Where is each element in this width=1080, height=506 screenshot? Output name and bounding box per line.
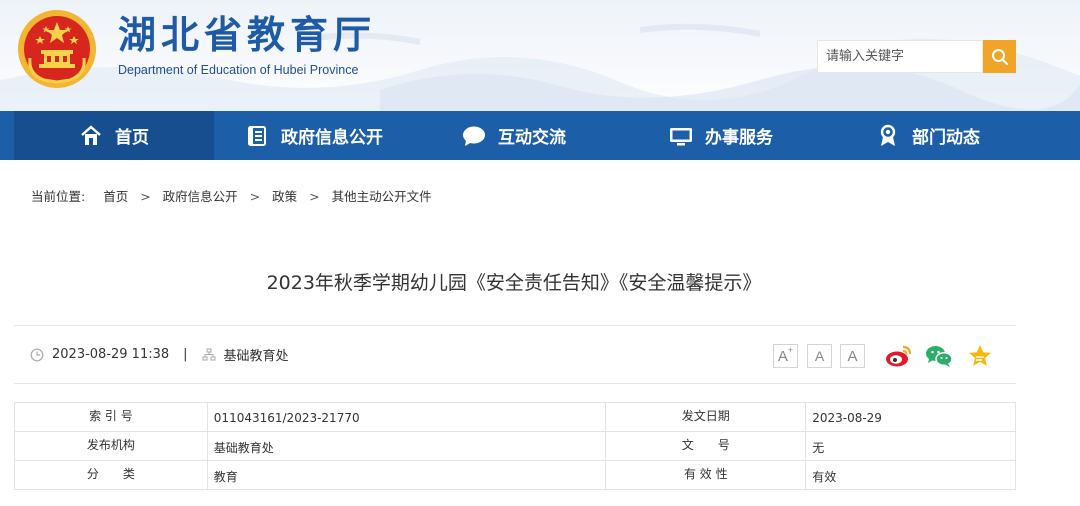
- nav-item-label: 首页: [115, 128, 149, 148]
- document-info-table: 索 引 号 011043161/2023-21770 发文日期 2023-08-…: [14, 402, 1016, 490]
- search-icon: [991, 48, 1008, 65]
- breadcrumb-link-government-info[interactable]: 政府信息公开: [163, 189, 238, 204]
- search-button[interactable]: [983, 40, 1016, 73]
- font-size-default-button[interactable]: A: [807, 344, 832, 368]
- favorite-button[interactable]: [966, 342, 994, 370]
- info-key-issue-date: 发文日期: [605, 402, 807, 432]
- share-wechat-button[interactable]: [925, 342, 953, 370]
- info-value-issue-date: 2023-08-29: [805, 402, 1016, 432]
- site-header: 湖北省教育厅 Department of Education of Hubei …: [0, 0, 1080, 111]
- info-key-validity: 有 效 性: [605, 460, 807, 490]
- info-value-index-number: 011043161/2023-21770: [206, 402, 607, 432]
- document-icon: [245, 124, 269, 148]
- org-chart-icon: [202, 348, 216, 362]
- breadcrumb-separator: >: [309, 189, 320, 204]
- font-large-sup: +: [787, 345, 794, 355]
- main-nav: 首页 政府信息公开 互动交流 办事服务 部门动态: [0, 111, 1080, 160]
- info-value-category: 教育: [206, 460, 607, 490]
- publish-datetime: 2023-08-29 11:38: [52, 347, 170, 362]
- meta-divider: |: [183, 347, 188, 362]
- article-meta-bar: 2023-08-29 11:38 | 基础教育处 A + A A: [14, 325, 1016, 384]
- favorite-star-icon: [969, 345, 991, 366]
- info-key-index-number: 索 引 号: [14, 402, 208, 432]
- info-value-publisher: 基础教育处: [206, 431, 607, 461]
- monitor-icon: [669, 124, 693, 148]
- publish-source: 基础教育处: [223, 349, 289, 364]
- national-emblem-logo: [18, 10, 96, 88]
- font-medium-glyph: A: [814, 348, 825, 364]
- search-box: [817, 40, 983, 73]
- home-icon: [79, 124, 103, 148]
- breadcrumb-link-other-files[interactable]: 其他主动公开文件: [332, 189, 432, 204]
- nav-item-services[interactable]: 办事服务: [614, 111, 828, 160]
- info-value-document-number: 无: [805, 431, 1016, 461]
- info-value-validity: 有效: [805, 460, 1016, 490]
- breadcrumb-separator: >: [249, 189, 261, 204]
- chat-bubble-icon: [462, 124, 486, 148]
- nav-item-government-info[interactable]: 政府信息公开: [214, 111, 414, 160]
- nav-item-label: 政府信息公开: [281, 128, 383, 148]
- nav-item-department-news[interactable]: 部门动态: [828, 111, 1028, 160]
- font-size-increase-button[interactable]: A +: [773, 344, 798, 368]
- wechat-icon: [926, 346, 953, 367]
- share-weibo-button[interactable]: [885, 342, 913, 370]
- search-input[interactable]: [818, 41, 976, 72]
- breadcrumb-link-home[interactable]: 首页: [103, 189, 128, 204]
- nav-item-home[interactable]: 首页: [14, 111, 214, 160]
- info-key-document-number: 文 号: [605, 431, 807, 461]
- breadcrumb-separator: >: [140, 189, 151, 204]
- breadcrumb: 当前位置: 首页 > 政府信息公开 > 政策 > 其他主动公开文件: [31, 186, 432, 205]
- person-badge-icon: [876, 124, 900, 148]
- breadcrumb-link-policy[interactable]: 政策: [272, 189, 297, 204]
- weibo-icon: [886, 345, 912, 367]
- nav-item-label: 部门动态: [912, 128, 980, 148]
- font-small-glyph: A: [847, 347, 858, 365]
- info-key-category: 分 类: [14, 460, 208, 490]
- table-row: 发布机构 基础教育处 文 号 无: [14, 431, 1016, 461]
- article-title: 2023年秋季学期幼儿园《安全责任告知》《安全温馨提示》: [266, 272, 762, 294]
- font-large-glyph: A: [777, 347, 788, 365]
- table-row: 分 类 教育 有 效 性 有效: [14, 460, 1016, 490]
- breadcrumb-label: 当前位置:: [31, 189, 86, 204]
- site-title: 湖北省教育厅: [118, 12, 377, 57]
- clock-icon: [30, 348, 44, 362]
- site-subtitle: Department of Education of Hubei Provinc…: [118, 63, 359, 77]
- nav-item-label: 互动交流: [498, 128, 566, 148]
- nav-item-label: 办事服务: [705, 128, 773, 148]
- info-key-publisher: 发布机构: [14, 431, 208, 461]
- nav-item-interaction[interactable]: 互动交流: [414, 111, 614, 160]
- font-size-decrease-button[interactable]: A: [840, 344, 865, 368]
- table-row: 索 引 号 011043161/2023-21770 发文日期 2023-08-…: [14, 402, 1016, 432]
